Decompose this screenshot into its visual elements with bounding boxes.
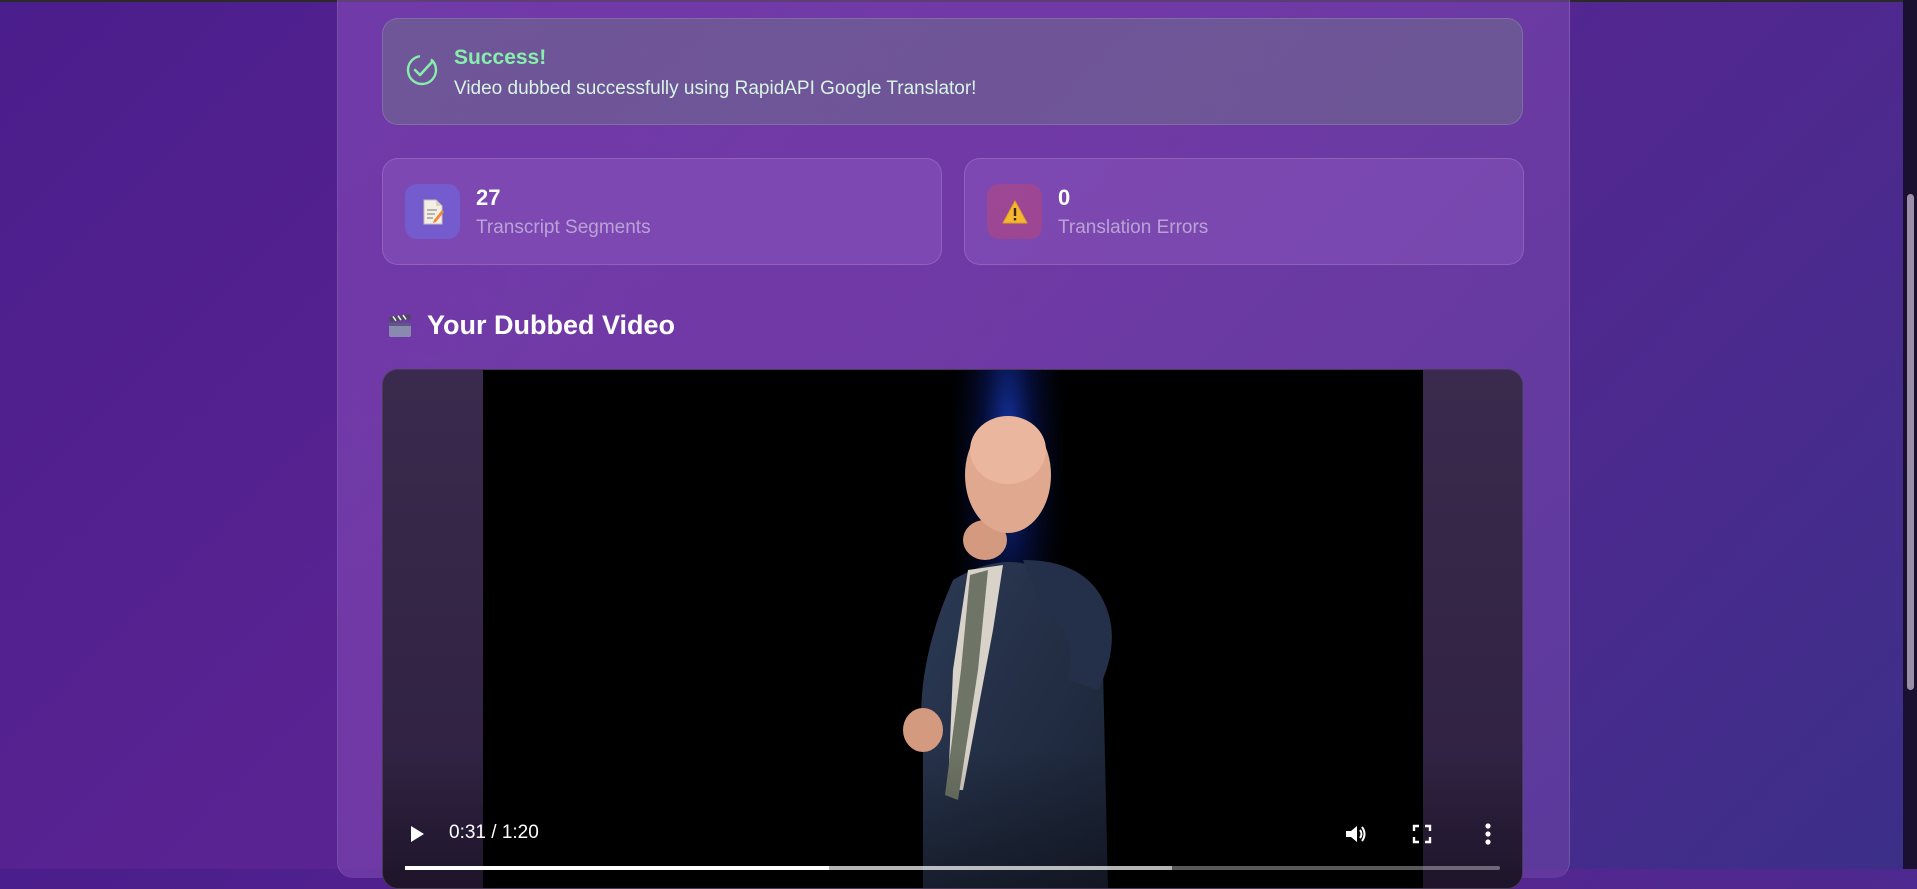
page-scrollbar[interactable] (1903, 0, 1917, 869)
progress-fill (405, 866, 830, 870)
time-display: 0:31 / 1:20 (449, 822, 539, 843)
more-options-icon (1485, 823, 1491, 845)
section-heading: Your Dubbed Video (386, 310, 675, 341)
success-alert: Success! Video dubbed successfully using… (382, 18, 1523, 125)
document-icon (405, 184, 460, 239)
stat-label: Translation Errors (1058, 217, 1209, 238)
fullscreen-icon (1412, 824, 1432, 844)
fullscreen-button[interactable] (1406, 818, 1438, 850)
play-button[interactable] (401, 818, 433, 850)
more-options-button[interactable] (1472, 818, 1504, 850)
alert-title: Success! (454, 46, 547, 69)
warning-icon (987, 184, 1042, 239)
scrollbar-thumb[interactable] (1907, 194, 1914, 690)
check-circle-icon (406, 54, 438, 86)
clapperboard-icon (389, 313, 411, 337)
stat-card-transcript-segments: 27 Transcript Segments (382, 158, 942, 265)
volume-button[interactable] (1340, 818, 1372, 850)
video-player[interactable]: 0:31 / 1:20 (382, 369, 1523, 889)
volume-icon (1346, 826, 1366, 842)
section-title: Your Dubbed Video (427, 310, 676, 340)
stat-card-translation-errors: 0 Translation Errors (964, 158, 1524, 265)
play-icon (411, 826, 424, 842)
stat-value: 27 (476, 185, 501, 210)
alert-message: Video dubbed successfully using RapidAPI… (454, 78, 977, 99)
video-progress-bar[interactable] (405, 866, 1500, 870)
stat-label: Transcript Segments (476, 217, 651, 238)
stat-value: 0 (1058, 185, 1071, 210)
